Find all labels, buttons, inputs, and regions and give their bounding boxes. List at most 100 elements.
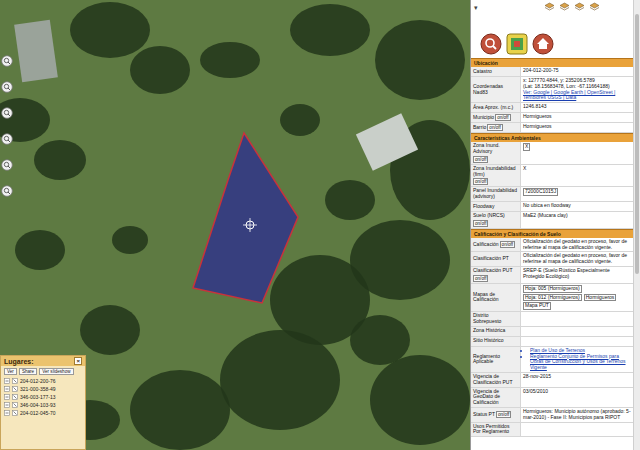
attribute-row: Usos Permitidos Por Reglamento <box>471 423 633 438</box>
attribute-value: 28-nov-2015 <box>521 373 633 387</box>
attribute-row: Vigencia de GeoDato de Calificación03/05… <box>471 388 633 408</box>
tool-icon[interactable] <box>1 81 13 93</box>
attribute-label: Coordenadas Nad83 <box>471 77 521 102</box>
place-item[interactable]: 346-003-177-13 <box>4 394 82 400</box>
places-button[interactable]: Ver <box>4 368 17 375</box>
map-view[interactable]: Lugares:× VerShareVer slideshow 204-012-20… <box>0 0 470 450</box>
toggle-button[interactable]: on/off <box>473 178 488 185</box>
tool-icon[interactable] <box>1 159 13 171</box>
zoom-icon[interactable] <box>4 410 10 416</box>
layers-icon[interactable] <box>544 2 555 13</box>
parcel-polygon[interactable] <box>193 133 298 303</box>
toggle-button[interactable]: on/off <box>495 114 510 121</box>
toggle-button[interactable]: on/off <box>487 124 502 131</box>
search-icon[interactable] <box>480 33 502 55</box>
attribute-row: FloodwayNo ubica en floodway <box>471 202 633 212</box>
panel-top: ▾ <box>471 0 633 58</box>
regulation-link[interactable]: Reglamento Conjunto de Permisos para Obr… <box>530 354 631 371</box>
tool-icon[interactable] <box>1 107 13 119</box>
attribute-row: Barrioon/offHormigueros <box>471 123 633 133</box>
attribute-row: Reglamento AplicablePlan de Uso de Terre… <box>471 347 633 373</box>
layers-icon[interactable] <box>589 2 600 13</box>
zoom-icon[interactable] <box>4 378 10 384</box>
attribute-value: MaE2 (Mucara clay) <box>521 212 633 228</box>
close-button[interactable]: × <box>74 357 82 365</box>
attribute-row: Clasificación PUTon/offSREP-E (Suelo Rús… <box>471 267 633 284</box>
info-panel: ▾ UbicaciónCatastro204-012-200-75Coordena… <box>470 0 640 450</box>
collapse-button[interactable]: ▾ <box>474 4 478 12</box>
attribute-value: Hormigueros <box>521 113 633 122</box>
attribute-row: Zona Inundabilidad (firm)on/offX <box>471 165 633 188</box>
zoom-icon[interactable] <box>4 386 10 392</box>
section-header: Características Ambientales <box>471 133 633 142</box>
zoom-icon[interactable] <box>4 402 10 408</box>
attribute-label: Suelo (NRCS)on/off <box>471 212 521 228</box>
attribute-value: Hoja: 005 (Hormigueros)Hoja: 012 (Hormig… <box>521 284 633 311</box>
toggle-button[interactable]: on/off <box>500 241 515 248</box>
zoom-icon[interactable] <box>4 394 10 400</box>
attribute-row: Área Aprox. (m.c.)1246.8143 <box>471 103 633 113</box>
value-box[interactable]: X <box>523 143 530 151</box>
attribute-label: Panel Inundabilidad (advisory) <box>471 187 521 201</box>
layers-icon[interactable] <box>574 2 585 13</box>
attribute-value: 72000C1015J <box>521 187 633 201</box>
attribute-row: Suelo (NRCS)on/offMaE2 (Mucara clay) <box>471 212 633 229</box>
attribute-label: Floodway <box>471 202 521 211</box>
map-toolbar <box>1 55 13 197</box>
value-box[interactable]: Hoja: 005 (Hormigueros) <box>523 285 582 293</box>
attribute-label: Vigencia de GeoDato de Calificación <box>471 388 521 407</box>
layers-map-icon[interactable] <box>506 33 528 55</box>
toggle-button[interactable]: on/off <box>496 411 511 418</box>
layers-icon[interactable] <box>559 2 570 13</box>
remove-icon[interactable] <box>12 402 18 408</box>
attribute-value: Plan de Uso de TerrenosReglamento Conjun… <box>521 347 633 372</box>
remove-icon[interactable] <box>12 378 18 384</box>
attribute-row: Catastro204-012-200-75 <box>471 67 633 77</box>
attribute-label: Zona Inund. Advisoryon/off <box>471 142 521 164</box>
crosshair-icon <box>243 218 257 232</box>
attribute-row: Mapas de CalificaciónHoja: 005 (Hormigue… <box>471 284 633 312</box>
attribute-value: SREP-E (Suelo Rústico Especialmente Prot… <box>521 267 633 283</box>
place-item[interactable]: 346-004-103-93 <box>4 402 82 408</box>
home-icon[interactable] <box>532 33 554 55</box>
tool-icon[interactable] <box>1 185 13 197</box>
attribute-row: Clasificación PTOficialización del geoda… <box>471 252 633 267</box>
toggle-button[interactable]: on/off <box>473 220 488 227</box>
value-box[interactable]: Mapa PUT <box>523 302 551 310</box>
toggle-button[interactable]: on/off <box>473 156 488 163</box>
attribute-value: Oficialización del geodato en proceso, f… <box>521 238 633 252</box>
places-button[interactable]: Ver slideshow <box>39 368 73 375</box>
map-links[interactable]: Ver: Google | Google Earth | OpenStreet … <box>523 90 631 102</box>
toggle-button[interactable]: on/off <box>473 275 488 282</box>
attribute-row: Municipioon/offHormigueros <box>471 113 633 123</box>
tool-icon[interactable] <box>1 55 13 67</box>
attribute-value <box>521 337 633 346</box>
value-box[interactable]: Hormigueros <box>584 294 617 302</box>
attribute-row: Vigencia de Clasificación PUT28-nov-2015 <box>471 373 633 388</box>
attribute-value: Oficialización del geodato en proceso, f… <box>521 252 633 266</box>
remove-icon[interactable] <box>12 394 18 400</box>
scrollbar[interactable] <box>633 0 640 450</box>
attribute-label: Vigencia de Clasificación PUT <box>471 373 521 387</box>
attribute-label: Mapas de Calificación <box>471 284 521 311</box>
remove-icon[interactable] <box>12 410 18 416</box>
attribute-value: X <box>521 165 633 187</box>
attribute-row: Status PTon/offHormigueros: Municipio au… <box>471 408 633 423</box>
attribute-label: Clasificación PT <box>471 252 521 266</box>
places-button[interactable]: Share <box>19 368 37 375</box>
remove-icon[interactable] <box>12 386 18 392</box>
place-item[interactable]: 321-000-358-49 <box>4 386 82 392</box>
attribute-value: 204-012-200-75 <box>521 67 633 76</box>
attribute-value: 03/05/2010 <box>521 388 633 407</box>
attribute-row: Distrito Sobrepuesto <box>471 312 633 327</box>
place-item[interactable]: 204-012-200-76 <box>4 378 82 384</box>
places-header: Lugares:× <box>1 356 85 366</box>
value-box[interactable]: 72000C1015J <box>523 188 558 196</box>
place-item[interactable]: 204-012-045-70 <box>4 410 82 416</box>
app: Lugares:× VerShareVer slideshow 204-012-20… <box>0 0 640 450</box>
attribute-label: Sitio Histórico <box>471 337 521 346</box>
value-box[interactable]: Hoja: 012 (Hormigueros) <box>523 294 582 302</box>
attribute-label: Catastro <box>471 67 521 76</box>
section-header: Ubicación <box>471 58 633 67</box>
tool-icon[interactable] <box>1 133 13 145</box>
